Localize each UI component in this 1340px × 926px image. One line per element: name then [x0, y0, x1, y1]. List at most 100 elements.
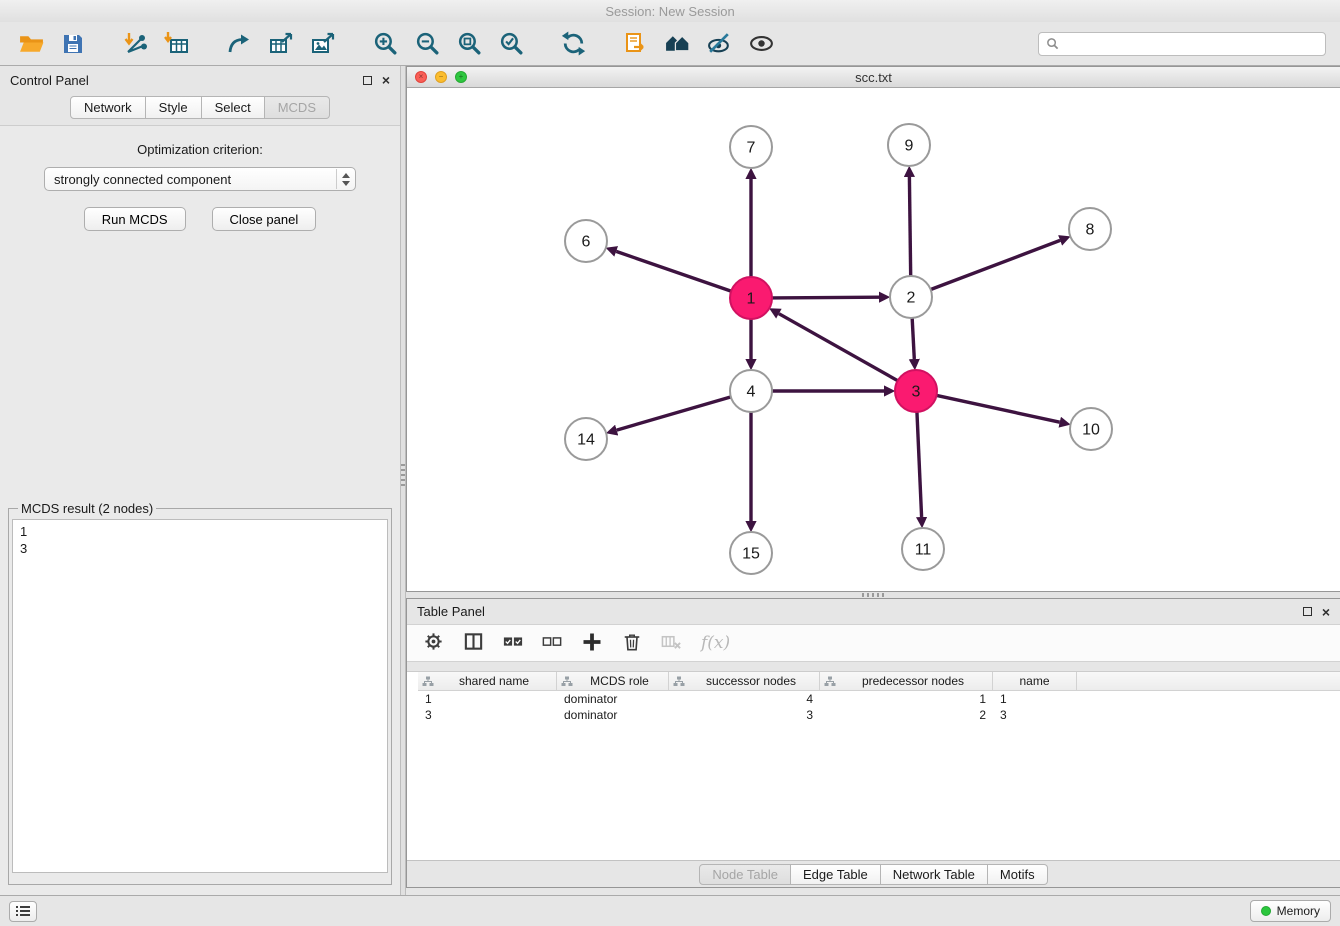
memory-button[interactable]: Memory — [1250, 900, 1331, 922]
splitter-grip-icon — [401, 464, 405, 488]
add-column-icon[interactable] — [581, 631, 603, 656]
refresh-icon[interactable] — [556, 27, 590, 61]
mcds-result-list[interactable]: 1 3 — [12, 519, 388, 873]
maximize-window-icon[interactable]: + — [455, 71, 467, 83]
column-type-icon — [561, 676, 573, 687]
cell-shared-name[interactable]: 3 — [418, 708, 557, 722]
cell-predecessor-nodes[interactable]: 2 — [820, 708, 993, 722]
close-panel-button[interactable]: Close panel — [212, 207, 317, 231]
close-table-panel-icon[interactable]: × — [1322, 607, 1330, 617]
zoom-fit-icon[interactable] — [452, 27, 486, 61]
open-session-icon[interactable] — [14, 27, 48, 61]
column-header-predecessor-nodes[interactable]: predecessor nodes — [820, 672, 993, 690]
graph-edge-1-6[interactable] — [616, 251, 732, 291]
show-columns-icon[interactable] — [463, 631, 484, 655]
graph-node-label-15: 15 — [742, 546, 760, 563]
import-network-icon[interactable] — [118, 27, 152, 61]
tab-mcds[interactable]: MCDS — [265, 96, 330, 119]
tab-network-table[interactable]: Network Table — [881, 864, 988, 885]
task-history-button[interactable] — [9, 901, 37, 922]
vertical-splitter[interactable] — [400, 66, 406, 895]
zoom-selected-icon[interactable] — [494, 27, 528, 61]
network-view-title: scc.txt — [407, 70, 1340, 85]
graph-edge-3-10[interactable] — [936, 395, 1060, 422]
window-title: Session: New Session — [605, 4, 734, 19]
column-header-mcds-role[interactable]: MCDS role — [557, 672, 669, 690]
tab-network[interactable]: Network — [70, 96, 146, 119]
network-canvas[interactable]: 7968124314101511 — [407, 88, 1340, 591]
home-icon[interactable] — [660, 27, 694, 61]
graph-edge-2-3[interactable] — [912, 317, 914, 359]
splitter-grip-icon — [862, 593, 886, 597]
tab-node-table[interactable]: Node Table — [699, 864, 791, 885]
zoom-in-icon[interactable] — [368, 27, 402, 61]
graph-edge-1-2[interactable] — [771, 297, 879, 298]
column-type-icon — [824, 676, 836, 687]
control-panel: Control Panel × Network Style Select MCD… — [0, 66, 400, 895]
show-style-icon[interactable] — [702, 27, 736, 61]
graph-edge-4-14[interactable] — [617, 397, 732, 431]
float-table-panel-icon[interactable] — [1303, 607, 1312, 616]
cell-mcds-role[interactable]: dominator — [557, 692, 669, 706]
column-header-successor-nodes[interactable]: successor nodes — [669, 672, 820, 690]
control-panel-header: Control Panel × — [0, 66, 400, 94]
graph-node-label-8: 8 — [1086, 222, 1095, 239]
application-window: Session: New Session — [0, 0, 1340, 926]
zoom-out-icon[interactable] — [410, 27, 444, 61]
status-bar: Memory — [0, 895, 1340, 926]
graph-edge-3-1[interactable] — [779, 314, 899, 382]
network-graph[interactable]: 7968124314101511 — [407, 88, 1339, 591]
cell-predecessor-nodes[interactable]: 1 — [820, 692, 993, 706]
table-tabs: Node Table Edge Table Network Table Moti… — [407, 860, 1340, 887]
right-column: scc.txt × − + 7968124314101511 Table Pan… — [406, 66, 1340, 895]
network-view-titlebar[interactable]: scc.txt × − + — [407, 67, 1340, 88]
graph-node-label-2: 2 — [907, 290, 916, 307]
graph-edge-2-8[interactable] — [930, 240, 1060, 290]
column-header-name[interactable]: name — [993, 672, 1077, 690]
minimize-window-icon[interactable]: − — [435, 71, 447, 83]
tab-edge-table[interactable]: Edge Table — [791, 864, 881, 885]
network-view-window: scc.txt × − + 7968124314101511 — [406, 66, 1340, 592]
select-all-icon[interactable] — [503, 632, 523, 655]
toolbar-search[interactable] — [1038, 32, 1326, 56]
search-input[interactable] — [1064, 37, 1318, 51]
horizontal-splitter[interactable] — [406, 592, 1340, 598]
tab-style[interactable]: Style — [146, 96, 202, 119]
cell-shared-name[interactable]: 1 — [418, 692, 557, 706]
cell-successor-nodes[interactable]: 3 — [669, 708, 820, 722]
export-table-icon[interactable] — [264, 27, 298, 61]
export-image-icon[interactable] — [306, 27, 340, 61]
table-panel-header: Table Panel × — [407, 599, 1340, 624]
unselect-all-icon[interactable] — [542, 632, 562, 655]
cell-name[interactable]: 1 — [993, 692, 1077, 706]
cell-successor-nodes[interactable]: 4 — [669, 692, 820, 706]
search-icon — [1046, 37, 1059, 50]
table-header-row: shared name MCDS role successor nodes — [418, 672, 1340, 691]
delete-icon[interactable] — [622, 632, 642, 655]
import-table-icon[interactable] — [160, 27, 194, 61]
show-graphics-details-icon[interactable] — [744, 27, 778, 61]
table-row[interactable]: 3 dominator 3 2 3 — [418, 707, 1340, 723]
column-type-icon — [422, 676, 434, 687]
tab-motifs[interactable]: Motifs — [988, 864, 1048, 885]
save-session-icon[interactable] — [56, 27, 90, 61]
delete-column-icon — [661, 631, 682, 655]
cell-mcds-role[interactable]: dominator — [557, 708, 669, 722]
table-row[interactable]: 1 dominator 4 1 1 — [418, 691, 1340, 707]
cell-name[interactable]: 3 — [993, 708, 1077, 722]
export-network-icon[interactable] — [222, 27, 256, 61]
table-settings-gear-icon[interactable] — [423, 631, 444, 655]
run-mcds-button[interactable]: Run MCDS — [84, 207, 186, 231]
column-type-icon — [673, 676, 685, 687]
graph-node-label-14: 14 — [577, 432, 595, 449]
column-header-shared-name[interactable]: shared name — [418, 672, 557, 690]
close-window-icon[interactable]: × — [415, 71, 427, 83]
criterion-dropdown[interactable]: strongly connected component — [44, 167, 356, 191]
graph-edge-3-11[interactable] — [917, 411, 922, 517]
float-panel-icon[interactable] — [363, 76, 372, 85]
open-document-icon[interactable] — [618, 27, 652, 61]
graph-node-label-9: 9 — [905, 138, 914, 155]
graph-edge-2-9[interactable] — [909, 177, 910, 277]
close-panel-icon[interactable]: × — [382, 75, 390, 85]
tab-select[interactable]: Select — [202, 96, 265, 119]
